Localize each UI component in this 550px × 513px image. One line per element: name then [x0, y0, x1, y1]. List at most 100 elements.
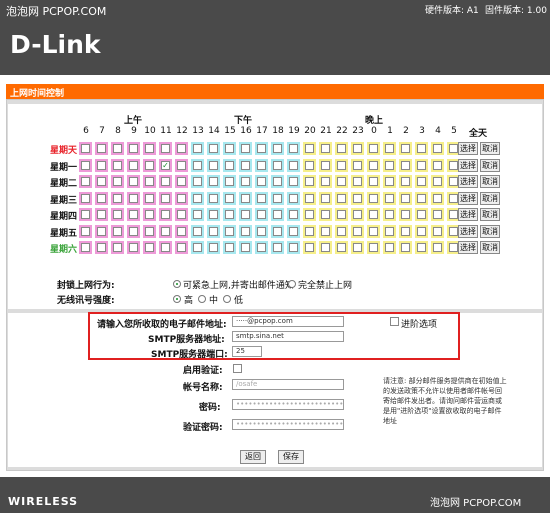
- schedule-cell[interactable]: [335, 241, 348, 254]
- schedule-cell[interactable]: [95, 224, 108, 238]
- schedule-cell[interactable]: [127, 158, 140, 172]
- schedule-cell[interactable]: [415, 142, 428, 155]
- schedule-cell[interactable]: [319, 241, 332, 254]
- radio-emergency[interactable]: [173, 280, 181, 288]
- schedule-cell[interactable]: [271, 142, 284, 155]
- schedule-cell[interactable]: [255, 158, 268, 172]
- schedule-cell[interactable]: [223, 175, 236, 188]
- schedule-cell[interactable]: [111, 241, 124, 254]
- schedule-cell[interactable]: [415, 241, 428, 254]
- schedule-cell[interactable]: [239, 191, 252, 205]
- schedule-cell[interactable]: [175, 241, 188, 254]
- select-row-button[interactable]: 选择: [458, 191, 478, 205]
- schedule-cell[interactable]: [143, 241, 156, 254]
- schedule-cell[interactable]: [303, 158, 316, 172]
- back-button[interactable]: 返回: [240, 450, 266, 464]
- schedule-cell[interactable]: [143, 191, 156, 205]
- schedule-cell[interactable]: [159, 175, 172, 188]
- schedule-cell[interactable]: [239, 158, 252, 172]
- schedule-cell[interactable]: [79, 208, 92, 221]
- schedule-cell[interactable]: [431, 142, 444, 155]
- schedule-cell[interactable]: [399, 191, 412, 205]
- schedule-cell[interactable]: [223, 158, 236, 172]
- schedule-cell[interactable]: [239, 224, 252, 238]
- schedule-cell[interactable]: [95, 158, 108, 172]
- schedule-cell[interactable]: [95, 191, 108, 205]
- schedule-cell[interactable]: [223, 191, 236, 205]
- schedule-cell[interactable]: [399, 175, 412, 188]
- schedule-cell[interactable]: [319, 224, 332, 238]
- schedule-cell[interactable]: [175, 158, 188, 172]
- schedule-cell[interactable]: [127, 241, 140, 254]
- schedule-cell[interactable]: [399, 208, 412, 221]
- schedule-cell[interactable]: [383, 241, 396, 254]
- schedule-cell[interactable]: [159, 241, 172, 254]
- schedule-cell[interactable]: [383, 224, 396, 238]
- schedule-cell[interactable]: [271, 175, 284, 188]
- select-row-button[interactable]: 选择: [458, 241, 478, 254]
- select-row-button[interactable]: 选择: [458, 224, 478, 238]
- radio-signal-low[interactable]: [223, 295, 231, 303]
- schedule-cell[interactable]: [207, 191, 220, 205]
- schedule-cell[interactable]: [143, 224, 156, 238]
- schedule-cell[interactable]: [111, 191, 124, 205]
- schedule-cell[interactable]: [271, 191, 284, 205]
- schedule-cell[interactable]: [111, 158, 124, 172]
- schedule-cell[interactable]: [415, 191, 428, 205]
- schedule-cell[interactable]: [95, 208, 108, 221]
- schedule-cell[interactable]: [223, 208, 236, 221]
- schedule-cell[interactable]: [303, 241, 316, 254]
- schedule-cell[interactable]: [303, 191, 316, 205]
- schedule-cell[interactable]: [143, 142, 156, 155]
- account-input[interactable]: /osafe: [232, 379, 344, 390]
- confirm-password-input[interactable]: ••••••••••••••••••••••••••••••••: [232, 419, 344, 430]
- schedule-cell[interactable]: [255, 191, 268, 205]
- schedule-cell[interactable]: [159, 191, 172, 205]
- schedule-cell[interactable]: [143, 208, 156, 221]
- schedule-cell[interactable]: [111, 224, 124, 238]
- schedule-cell[interactable]: [383, 208, 396, 221]
- schedule-cell[interactable]: [287, 208, 300, 221]
- schedule-cell[interactable]: [79, 224, 92, 238]
- schedule-cell[interactable]: [271, 208, 284, 221]
- schedule-cell[interactable]: [191, 191, 204, 205]
- schedule-cell[interactable]: [159, 224, 172, 238]
- schedule-cell[interactable]: [175, 142, 188, 155]
- schedule-cell[interactable]: [367, 241, 380, 254]
- select-row-button[interactable]: 选择: [458, 158, 478, 172]
- schedule-cell[interactable]: [367, 191, 380, 205]
- schedule-cell[interactable]: [383, 175, 396, 188]
- schedule-cell[interactable]: [127, 142, 140, 155]
- schedule-cell[interactable]: [111, 208, 124, 221]
- schedule-cell[interactable]: [239, 142, 252, 155]
- schedule-cell[interactable]: [351, 158, 364, 172]
- schedule-cell[interactable]: [319, 158, 332, 172]
- schedule-cell[interactable]: [303, 175, 316, 188]
- schedule-cell[interactable]: [383, 158, 396, 172]
- schedule-cell[interactable]: [271, 158, 284, 172]
- schedule-cell[interactable]: [319, 142, 332, 155]
- schedule-cell[interactable]: [367, 142, 380, 155]
- cancel-row-button[interactable]: 取消: [480, 142, 500, 155]
- schedule-cell[interactable]: [303, 224, 316, 238]
- schedule-cell[interactable]: [287, 224, 300, 238]
- schedule-cell[interactable]: [415, 224, 428, 238]
- schedule-cell[interactable]: [335, 158, 348, 172]
- schedule-cell[interactable]: [255, 175, 268, 188]
- schedule-cell[interactable]: [335, 142, 348, 155]
- schedule-cell[interactable]: [319, 208, 332, 221]
- schedule-cell[interactable]: [255, 241, 268, 254]
- schedule-cell[interactable]: [127, 208, 140, 221]
- radio-block-all[interactable]: [288, 280, 296, 288]
- schedule-cell[interactable]: [175, 191, 188, 205]
- schedule-cell[interactable]: [287, 241, 300, 254]
- schedule-cell[interactable]: [255, 224, 268, 238]
- schedule-cell[interactable]: [207, 142, 220, 155]
- schedule-cell[interactable]: [239, 241, 252, 254]
- schedule-cell[interactable]: [415, 208, 428, 221]
- schedule-cell[interactable]: [239, 175, 252, 188]
- schedule-cell[interactable]: [431, 241, 444, 254]
- schedule-cell[interactable]: [399, 158, 412, 172]
- select-row-button[interactable]: 选择: [458, 175, 478, 188]
- schedule-cell[interactable]: [207, 158, 220, 172]
